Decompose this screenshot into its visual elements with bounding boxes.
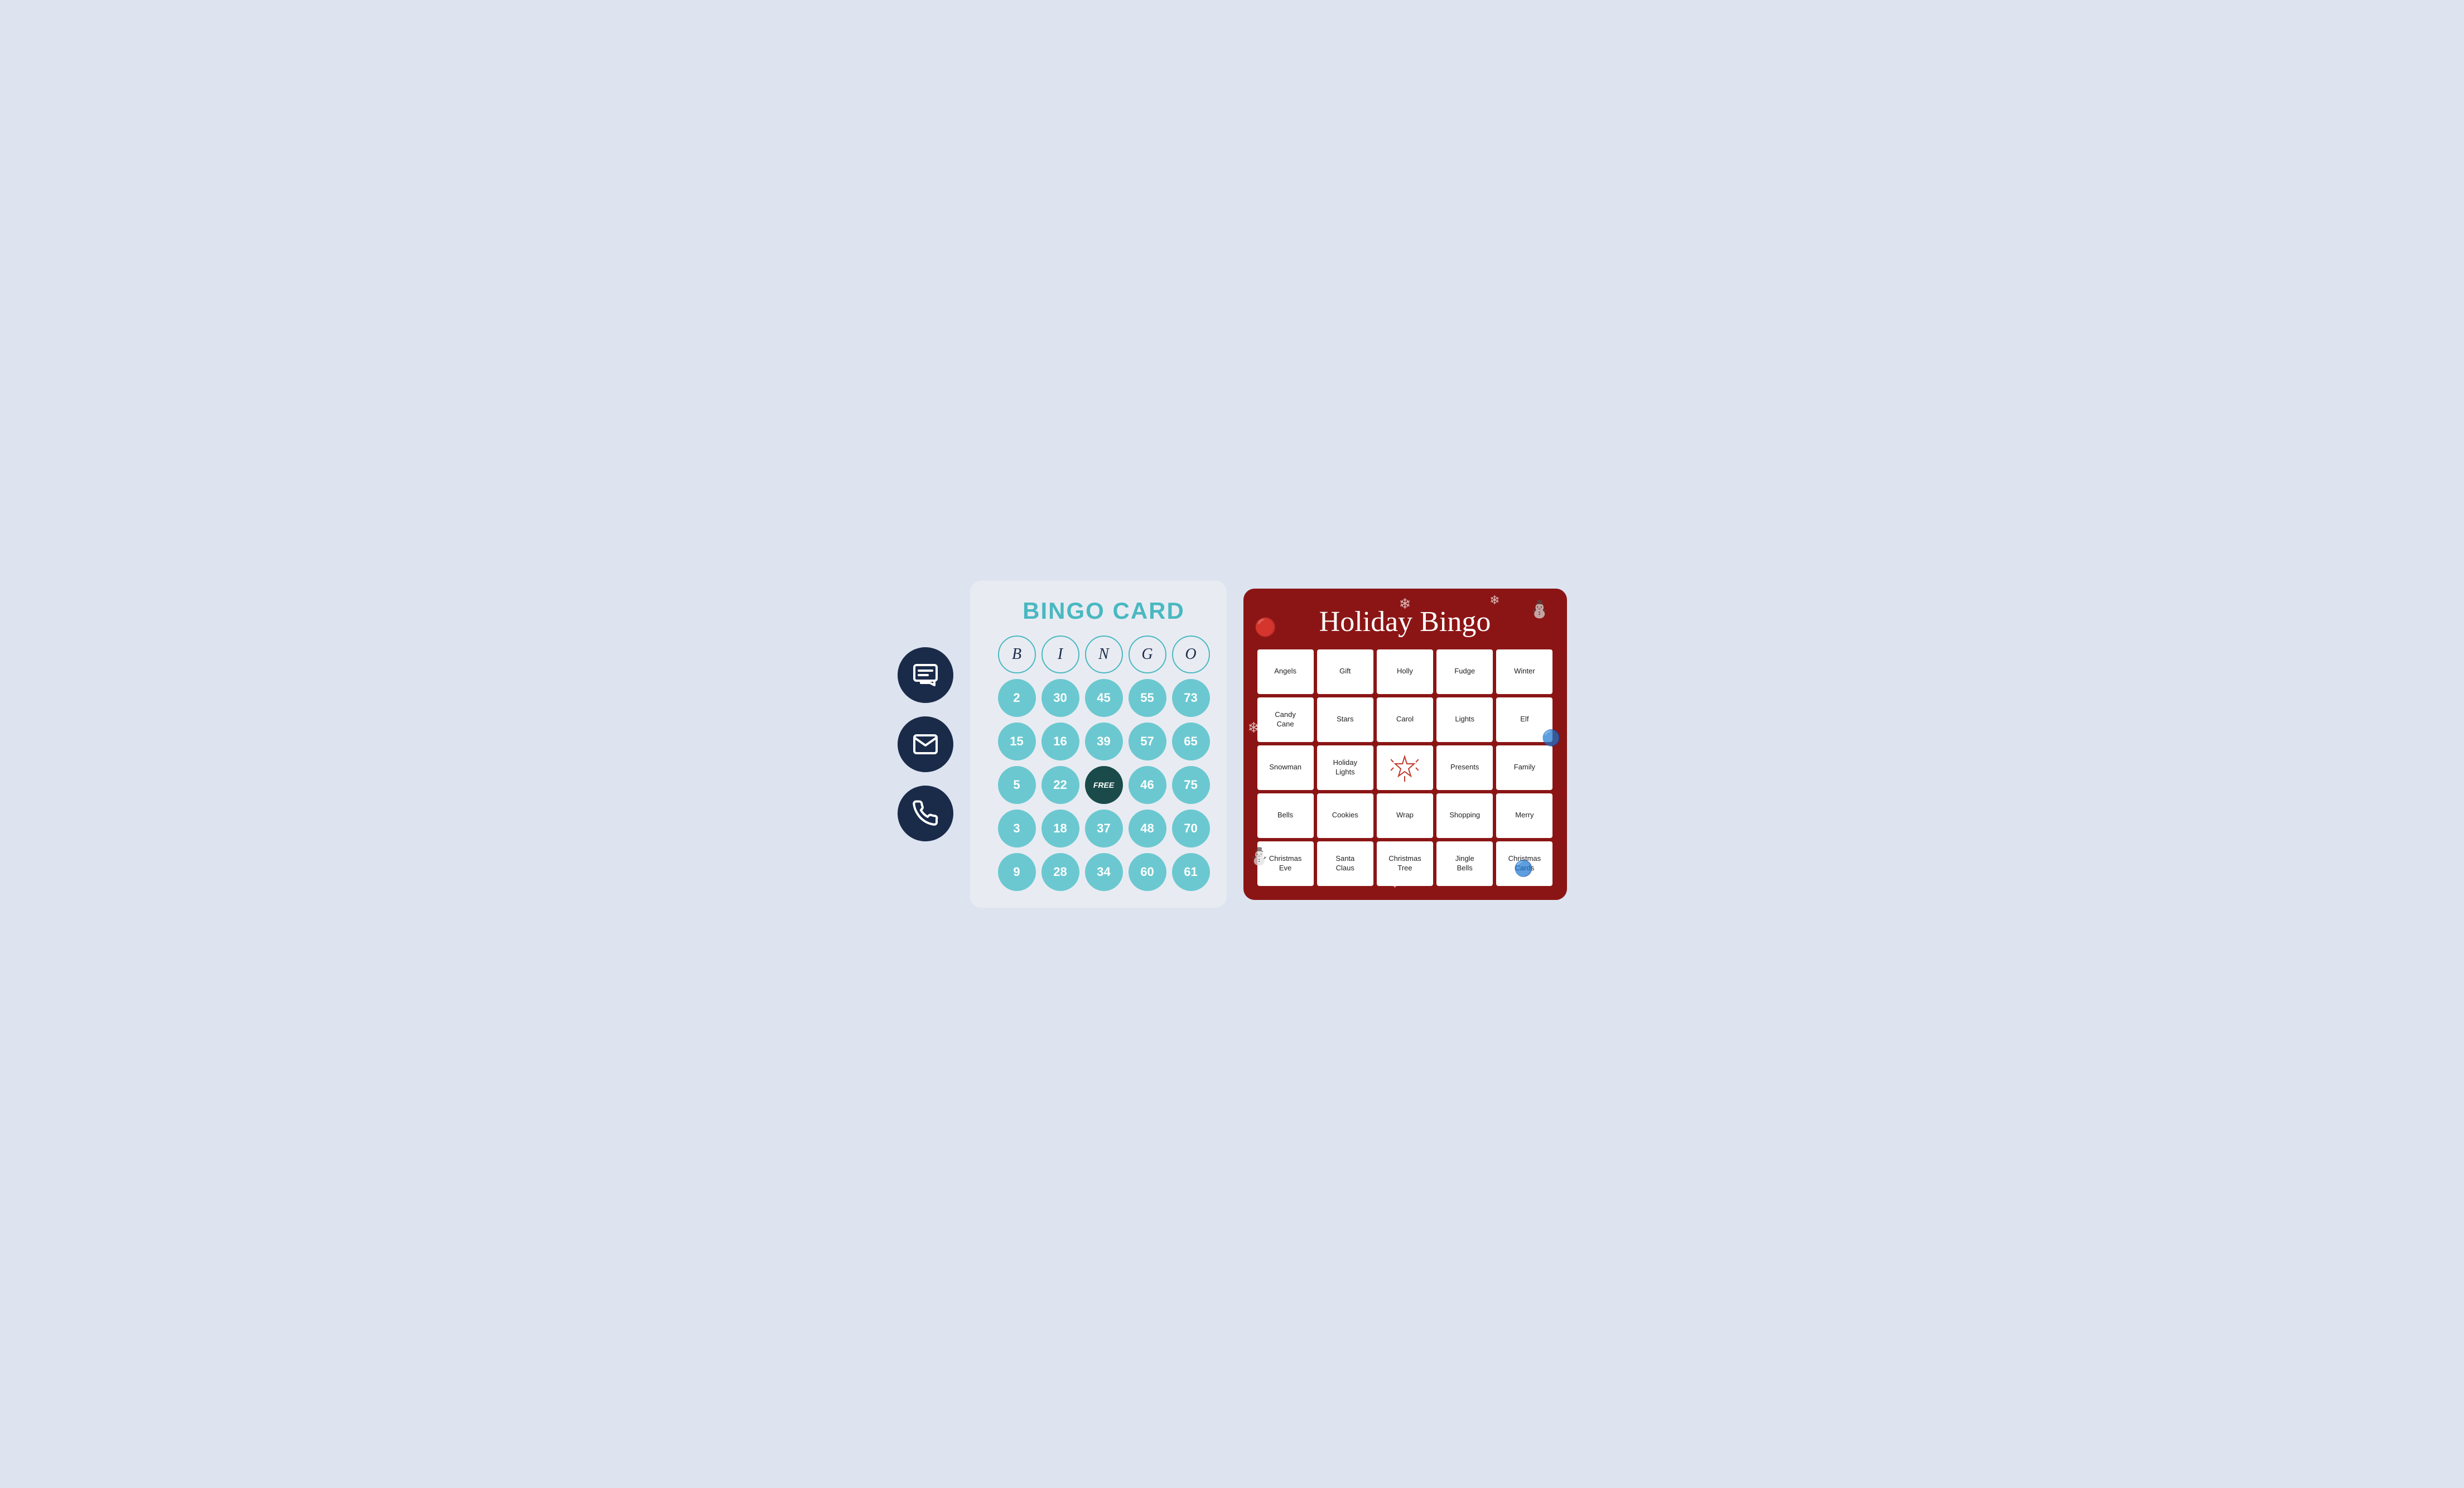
holiday-cell-fudge[interactable]: Fudge xyxy=(1436,649,1493,694)
bingo-cell[interactable]: 45 xyxy=(1085,679,1123,717)
holiday-bingo-card: ❄ 🔴 ⛄ ❄ 🔵 ⛄ ❄ 🔵 ❄ Holiday Bingo Angels G… xyxy=(1243,589,1567,900)
holiday-cell-snowman[interactable]: Snowman xyxy=(1257,745,1314,790)
chat-icon xyxy=(912,662,939,688)
bingo-card-title: BINGO CARD xyxy=(998,598,1210,624)
bingo-cell[interactable]: 55 xyxy=(1129,679,1166,717)
bingo-cell[interactable]: 15 xyxy=(998,723,1036,760)
phone-icon xyxy=(912,800,939,827)
holiday-cell-angels[interactable]: Angels xyxy=(1257,649,1314,694)
bingo-cell[interactable]: 16 xyxy=(1041,723,1079,760)
holiday-cell-christmas-tree[interactable]: ChristmasTree xyxy=(1377,841,1433,886)
icons-column xyxy=(898,647,953,841)
holiday-cell-presents[interactable]: Presents xyxy=(1436,745,1493,790)
holiday-cell-elf[interactable]: Elf xyxy=(1496,697,1552,742)
mail-icon xyxy=(912,731,939,758)
bingo-header-b: B xyxy=(998,635,1036,673)
holiday-cell-cookies[interactable]: Cookies xyxy=(1317,793,1373,838)
holiday-bingo-title: Holiday Bingo xyxy=(1257,605,1553,638)
bingo-free-cell[interactable]: FREE xyxy=(1085,766,1123,804)
holiday-cell-lights[interactable]: Lights xyxy=(1436,697,1493,742)
phone-icon-circle[interactable] xyxy=(898,786,953,841)
bingo-cell[interactable]: 48 xyxy=(1129,810,1166,847)
bingo-cell[interactable]: 75 xyxy=(1172,766,1210,804)
bingo-cell[interactable]: 2 xyxy=(998,679,1036,717)
bingo-cell[interactable]: 28 xyxy=(1041,853,1079,891)
bingo-cell[interactable]: 9 xyxy=(998,853,1036,891)
holiday-bingo-grid: Angels Gift Holly Fudge Winter CandyCane… xyxy=(1257,649,1553,886)
holiday-cell-christmas-eve[interactable]: ChristmasEve xyxy=(1257,841,1314,886)
holiday-cell-holiday-lights[interactable]: HolidayLights xyxy=(1317,745,1373,790)
bingo-grid: B I N G O 2 30 45 55 73 15 16 39 57 65 5… xyxy=(998,635,1210,891)
bingo-cell[interactable]: 3 xyxy=(998,810,1036,847)
left-bingo-card: BINGO CARD B I N G O 2 30 45 55 73 15 16… xyxy=(970,581,1227,908)
bingo-cell[interactable]: 73 xyxy=(1172,679,1210,717)
bingo-cell[interactable]: 60 xyxy=(1129,853,1166,891)
holiday-cell-shopping[interactable]: Shopping xyxy=(1436,793,1493,838)
holiday-cell-jingle-bells[interactable]: JingleBells xyxy=(1436,841,1493,886)
holiday-cell-gift[interactable]: Gift xyxy=(1317,649,1373,694)
holiday-cell-bells[interactable]: Bells xyxy=(1257,793,1314,838)
mail-icon-circle[interactable] xyxy=(898,716,953,772)
holiday-cell-merry[interactable]: Merry xyxy=(1496,793,1552,838)
holiday-cell-santa-claus[interactable]: SantaClaus xyxy=(1317,841,1373,886)
bingo-header-n: N xyxy=(1085,635,1123,673)
bingo-header-i: I xyxy=(1041,635,1079,673)
holiday-cell-wrap[interactable]: Wrap xyxy=(1377,793,1433,838)
bingo-cell[interactable]: 37 xyxy=(1085,810,1123,847)
bingo-header-g: G xyxy=(1129,635,1166,673)
main-container: BINGO CARD B I N G O 2 30 45 55 73 15 16… xyxy=(898,581,1567,908)
bingo-cell[interactable]: 18 xyxy=(1041,810,1079,847)
chat-icon-circle[interactable] xyxy=(898,647,953,703)
bingo-cell[interactable]: 39 xyxy=(1085,723,1123,760)
holiday-cell-family[interactable]: Family xyxy=(1496,745,1552,790)
bingo-cell[interactable]: 57 xyxy=(1129,723,1166,760)
holiday-cell-christmas-cards[interactable]: ChristmasCards xyxy=(1496,841,1552,886)
holiday-cell-holly[interactable]: Holly xyxy=(1377,649,1433,694)
bingo-cell[interactable]: 34 xyxy=(1085,853,1123,891)
bingo-cell[interactable]: 30 xyxy=(1041,679,1079,717)
bingo-cell[interactable]: 5 xyxy=(998,766,1036,804)
bingo-cell[interactable]: 61 xyxy=(1172,853,1210,891)
bingo-cell[interactable]: 46 xyxy=(1129,766,1166,804)
holiday-cell-carol[interactable]: Carol xyxy=(1377,697,1433,742)
holiday-cell-winter[interactable]: Winter xyxy=(1496,649,1552,694)
star-wand-icon xyxy=(1391,754,1419,782)
holiday-cell-stars[interactable]: Stars xyxy=(1317,697,1373,742)
holiday-cell-candy-cane[interactable]: CandyCane xyxy=(1257,697,1314,742)
bingo-cell[interactable]: 22 xyxy=(1041,766,1079,804)
bingo-cell[interactable]: 65 xyxy=(1172,723,1210,760)
holiday-free-cell[interactable] xyxy=(1377,745,1433,790)
bingo-header-o: O xyxy=(1172,635,1210,673)
bingo-cell[interactable]: 70 xyxy=(1172,810,1210,847)
